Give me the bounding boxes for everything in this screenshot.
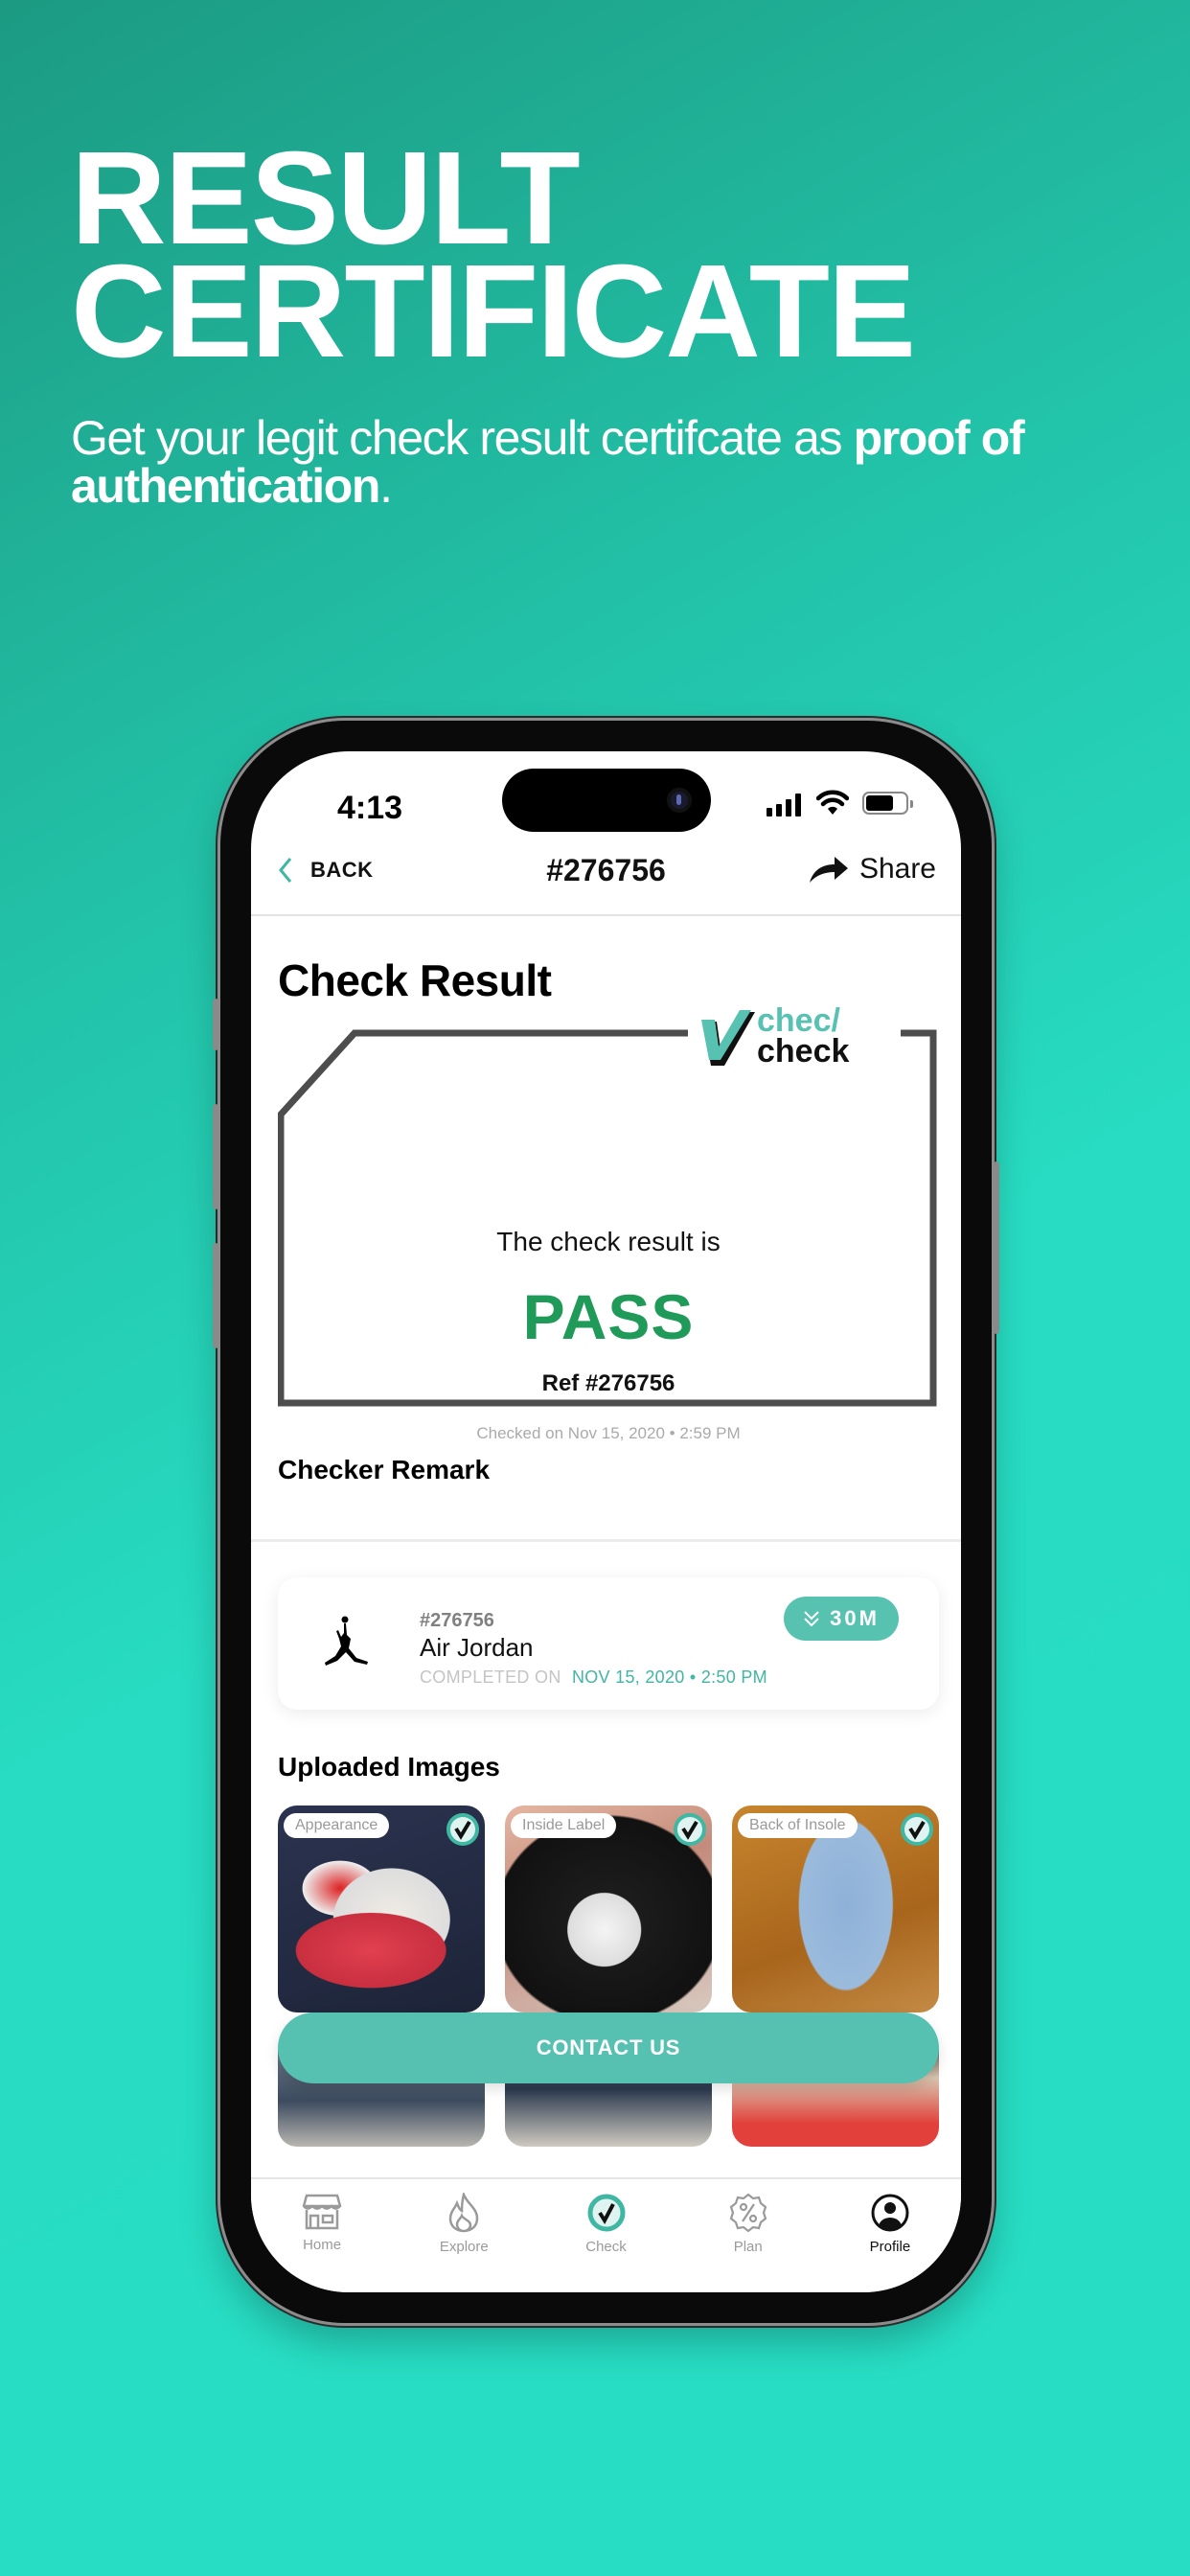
tab-label: Plan (733, 2239, 763, 2255)
result-ref: Ref #276756 (541, 1370, 675, 1396)
tab-check[interactable]: Check (535, 2179, 676, 2292)
double-check-icon (804, 1611, 819, 1627)
image-tag: Back of Insole (738, 1813, 858, 1838)
completed-value: NOV 15, 2020 • 2:50 PM (571, 1668, 767, 1687)
status-bar: 4:13 (251, 751, 961, 838)
uploaded-images-heading: Uploaded Images (278, 1752, 500, 1782)
result-checked-on: Checked on Nov 15, 2020 • 2:59 PM (476, 1424, 741, 1442)
store-icon (302, 2194, 342, 2230)
tab-label: Profile (869, 2239, 911, 2255)
jumpman-logo-icon (325, 1616, 368, 1666)
tab-home[interactable]: Home (251, 2179, 393, 2292)
badge-label: 30M (830, 1606, 880, 1630)
wifi-icon (816, 790, 849, 815)
tab-label: Home (303, 2237, 342, 2253)
app-screen: 4:13 BACK #276756 Share Check Result che… (251, 751, 961, 2292)
checker-remark-heading: Checker Remark (278, 1455, 491, 1484)
check-badge-icon (587, 2194, 625, 2232)
image-tile-appearance[interactable]: Appearance (278, 1806, 485, 2012)
check-result-heading: Check Result (278, 955, 552, 1005)
result-value: PASS (522, 1281, 695, 1352)
status-time: 4:13 (337, 790, 403, 826)
signal-icon (767, 794, 801, 816)
result-certificate: chec/ check The check result is PASS Ref… (278, 1002, 939, 1442)
result-intro: The check result is (496, 1227, 721, 1256)
checkcheck-logo: chec/ check (699, 1002, 881, 1074)
battery-icon (862, 792, 913, 815)
completed-label: COMPLETED ON (420, 1668, 561, 1687)
percent-badge-icon (729, 2193, 767, 2233)
volume-down-button (213, 1243, 218, 1348)
section-divider (251, 1539, 961, 1542)
profile-icon (871, 2194, 909, 2232)
image-tile-inside-label[interactable]: Inside Label (505, 1806, 712, 2012)
image-tile-back-of-insole[interactable]: Back of Insole (732, 1806, 939, 2012)
share-label: Share (858, 853, 936, 885)
order-completed: COMPLETED ON NOV 15, 2020 • 2:50 PM (420, 1668, 767, 1688)
tab-profile[interactable]: Profile (819, 2179, 961, 2292)
hero-title-line2: CERTIFICATE (71, 238, 916, 385)
share-button[interactable]: Share (808, 853, 936, 886)
order-card[interactable]: #276756 Air Jordan COMPLETED ON NOV 15, … (278, 1577, 939, 1710)
contact-us-button[interactable]: CONTACT US (278, 2012, 939, 2083)
verified-check-icon (446, 1813, 479, 1846)
image-tag: Appearance (284, 1813, 390, 1838)
flame-icon (449, 2193, 479, 2233)
tab-label: Explore (439, 2239, 489, 2255)
tab-bar: Home Explore Check Plan Profile (251, 2177, 961, 2292)
image-tag: Inside Label (511, 1813, 617, 1838)
hero-subtitle-text: Get your legit check result certifcate a… (71, 411, 854, 465)
phone-frame: 4:13 BACK #276756 Share Check Result che… (213, 721, 999, 2323)
order-id: #276756 (420, 1610, 494, 1631)
share-arrow-icon (809, 857, 848, 883)
hero-subtitle: Get your legit check result certifcate a… (71, 414, 1134, 510)
dynamic-island (502, 769, 711, 832)
turnaround-badge: 30M (784, 1597, 899, 1641)
verified-check-icon (901, 1813, 933, 1846)
camera-icon (667, 788, 692, 813)
silent-switch (213, 999, 218, 1050)
logo-text-bottom: check (757, 1033, 849, 1070)
order-brand: Air Jordan (420, 1633, 534, 1662)
hero-title: RESULT CERTIFICATE (71, 132, 916, 385)
uploaded-images-grid: Appearance Inside Label Back of Insole (278, 1806, 939, 2147)
verified-check-icon (674, 1813, 706, 1846)
nav-bar: BACK #276756 Share (251, 838, 961, 916)
tab-label: Check (585, 2239, 627, 2255)
content-area: Check Result chec/ check The check resul… (251, 918, 961, 2292)
tab-explore[interactable]: Explore (393, 2179, 535, 2292)
power-button (994, 1162, 999, 1334)
hero-subtitle-end: . (379, 459, 393, 513)
volume-up-button (213, 1104, 218, 1209)
tab-plan[interactable]: Plan (677, 2179, 819, 2292)
